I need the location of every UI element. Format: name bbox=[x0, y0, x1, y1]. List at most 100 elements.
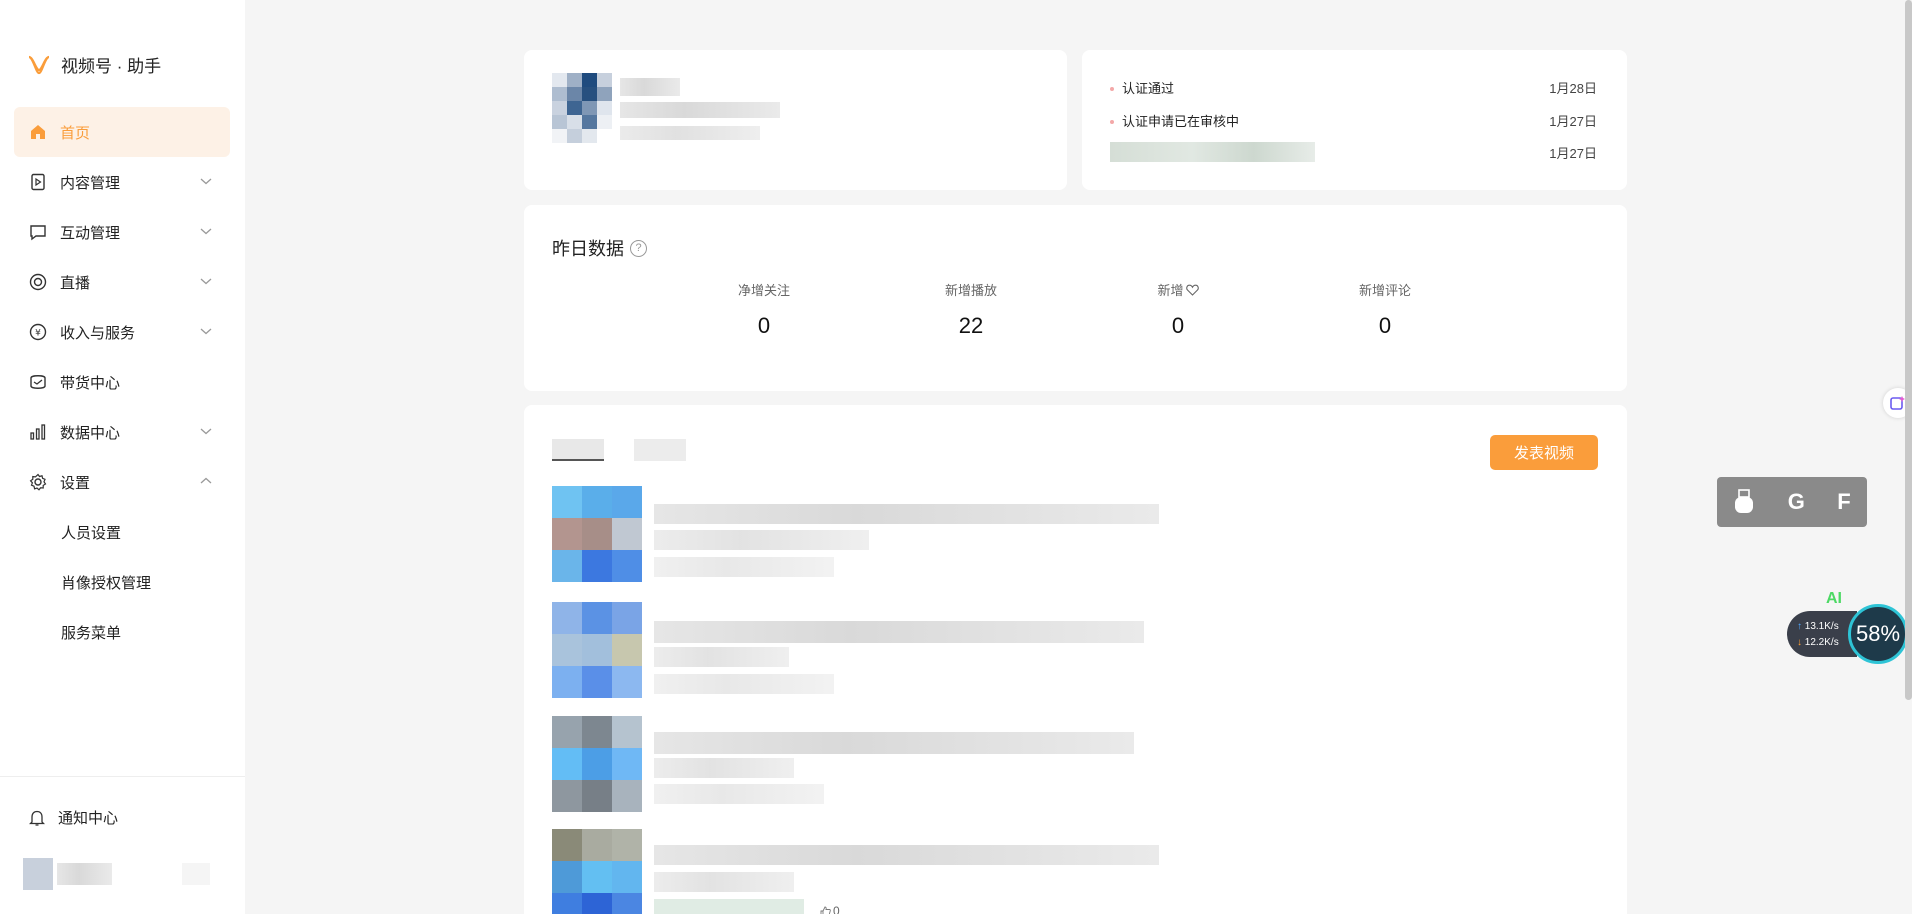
notice-date: 1月27日 bbox=[1549, 113, 1597, 129]
sidebar-item-shop[interactable]: 带货中心 bbox=[14, 357, 230, 407]
stat-label: 新增 bbox=[1157, 283, 1184, 298]
sidebar-divider bbox=[0, 776, 245, 777]
chevron-down-icon bbox=[200, 328, 212, 335]
profile-avatar[interactable] bbox=[552, 73, 612, 143]
video-list-item[interactable] bbox=[552, 486, 1172, 584]
bell-icon bbox=[29, 810, 45, 826]
chevron-down-icon bbox=[200, 278, 212, 285]
video-title-redacted bbox=[654, 732, 1134, 754]
sidebar-item-data[interactable]: 数据中心 bbox=[14, 407, 230, 457]
notice-text: 认证通过 bbox=[1122, 80, 1175, 96]
sidebar-item-income[interactable]: ¥ 收入与服务 bbox=[14, 307, 230, 357]
notice-date: 1月27日 bbox=[1549, 145, 1597, 161]
video-title-redacted bbox=[654, 845, 1159, 865]
gauge-value: 58% bbox=[1855, 621, 1901, 646]
home-icon bbox=[29, 123, 47, 141]
upload-speed-value: 13.1K/s bbox=[1804, 621, 1839, 632]
notice-text: 认证申请已在审核中 bbox=[1122, 113, 1240, 129]
video-meta-redacted bbox=[654, 530, 869, 550]
notice-card: 认证通过 1月28日 认证申请已在审核中 1月27日 1月27日 bbox=[1082, 50, 1627, 190]
notification-label: 通知中心 bbox=[58, 810, 119, 827]
logo-text: 视频号 · 助手 bbox=[61, 57, 162, 76]
stat-value: 0 bbox=[1171, 313, 1185, 338]
notice-row[interactable]: 认证申请已在审核中 1月27日 bbox=[1110, 110, 1597, 130]
video-list-item[interactable] bbox=[552, 602, 1172, 700]
heart-icon bbox=[1185, 284, 1199, 296]
stat-value: 22 bbox=[958, 313, 984, 338]
stat-new-plays: 新增播放 22 bbox=[901, 280, 1041, 339]
gear-icon bbox=[29, 473, 47, 491]
sidebar-subitem-portrait[interactable]: 肖像授权管理 bbox=[14, 557, 230, 607]
account-row[interactable] bbox=[23, 858, 210, 890]
video-list-item[interactable]: 0 bbox=[552, 829, 1172, 914]
video-stats-redacted bbox=[654, 557, 834, 577]
video-title-redacted bbox=[654, 504, 1159, 524]
sidebar-subitem-service-menu[interactable]: 服务菜单 bbox=[14, 607, 230, 657]
floating-toolbar: G F bbox=[1717, 477, 1867, 527]
chevron-down-icon bbox=[200, 428, 212, 435]
sidebar-item-live[interactable]: 直播 bbox=[14, 257, 230, 307]
chat-icon bbox=[29, 223, 47, 241]
avatar bbox=[23, 858, 53, 890]
shop-icon bbox=[29, 373, 47, 391]
sidebar-item-label: 互动管理 bbox=[60, 224, 121, 242]
thumbs-up-icon bbox=[820, 906, 831, 914]
video-meta-redacted bbox=[654, 647, 789, 667]
sidebar-item-label: 设置 bbox=[60, 474, 91, 492]
chevron-down-icon bbox=[200, 228, 212, 235]
notice-date: 1月28日 bbox=[1549, 80, 1597, 96]
logo[interactable]: 视频号 · 助手 bbox=[27, 52, 161, 77]
notice-row[interactable]: 认证通过 1月28日 bbox=[1110, 77, 1597, 97]
video-thumbnail[interactable] bbox=[552, 829, 642, 914]
sidebar-item-label: 直播 bbox=[60, 274, 91, 292]
stat-label-row: 新增 bbox=[1108, 280, 1248, 299]
memory-gauge[interactable]: 58% bbox=[1848, 604, 1908, 664]
chevron-up-icon bbox=[200, 477, 212, 484]
help-icon[interactable]: ? bbox=[630, 239, 647, 257]
stat-value: 0 bbox=[757, 313, 771, 338]
video-thumbnail[interactable] bbox=[552, 716, 642, 812]
video-list-item[interactable] bbox=[552, 716, 1172, 814]
tab-other-redacted[interactable] bbox=[634, 439, 686, 461]
page-scrollbar[interactable] bbox=[1905, 0, 1912, 700]
notification-center[interactable]: 通知中心 bbox=[29, 807, 118, 828]
yuan-icon: ¥ bbox=[29, 323, 47, 341]
sidebar-subitem-members[interactable]: 人员设置 bbox=[14, 507, 230, 557]
video-thumbnail[interactable] bbox=[552, 486, 642, 582]
publish-video-button[interactable]: 发表视频 bbox=[1490, 435, 1598, 470]
video-meta-redacted bbox=[654, 872, 794, 892]
network-speed-widget: ↑ 13.1K/s ↓ 12.2K/s bbox=[1787, 611, 1857, 657]
notice-text-redacted bbox=[1110, 142, 1315, 162]
ai-badge[interactable]: AI bbox=[1826, 590, 1842, 608]
sidebar-item-label: 收入与服务 bbox=[60, 324, 136, 342]
sidebar-item-home[interactable]: 首页 bbox=[14, 107, 230, 157]
notice-row[interactable]: 1月27日 bbox=[1110, 142, 1597, 162]
sidebar-item-content[interactable]: 内容管理 bbox=[14, 157, 230, 207]
like-count: 0 bbox=[820, 904, 840, 914]
toolbar-f-button[interactable]: F bbox=[1837, 489, 1850, 515]
toolbar-g-button[interactable]: G bbox=[1788, 489, 1805, 515]
stats-title-text: 昨日数据 bbox=[552, 239, 624, 259]
play-square-icon bbox=[29, 173, 47, 191]
sidebar-item-label: 首页 bbox=[60, 124, 91, 142]
yesterday-stats-card: 昨日数据 ? 净增关注 0 新增播放 22 新增 0 新增评论 0 bbox=[524, 205, 1627, 391]
sidebar: 视频号 · 助手 首页 内容管理 互动管理 直播 ¥ 收入与服务 带货中心 数据… bbox=[0, 0, 245, 914]
bar-chart-icon bbox=[29, 423, 47, 441]
video-thumbnail[interactable] bbox=[552, 602, 642, 698]
sidebar-item-label: 数据中心 bbox=[60, 424, 121, 442]
stat-net-followers: 净增关注 0 bbox=[694, 280, 834, 339]
profile-id-redacted bbox=[620, 102, 780, 118]
video-stats-redacted bbox=[654, 899, 804, 914]
stat-value: 0 bbox=[1378, 313, 1392, 338]
sidebar-item-settings[interactable]: 设置 bbox=[14, 457, 230, 507]
stats-title: 昨日数据 ? bbox=[552, 235, 647, 261]
live-icon bbox=[29, 273, 47, 291]
sidebar-item-interaction[interactable]: 互动管理 bbox=[14, 207, 230, 257]
works-card: 发表视频 0 bbox=[524, 405, 1627, 914]
video-title-redacted bbox=[654, 621, 1144, 643]
like-count-value: 0 bbox=[833, 904, 840, 914]
video-meta-redacted bbox=[654, 758, 794, 778]
stat-new-likes: 新增 0 bbox=[1108, 280, 1248, 339]
usb-drive-icon[interactable] bbox=[1733, 489, 1755, 515]
tab-works-redacted[interactable] bbox=[552, 439, 604, 461]
